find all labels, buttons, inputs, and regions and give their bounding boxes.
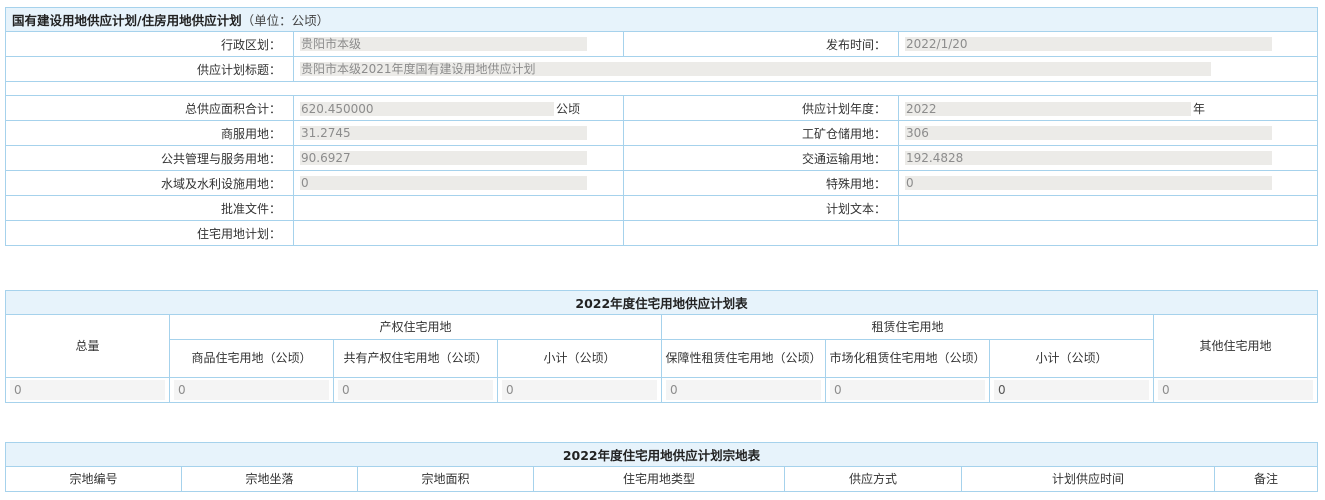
column-header: 保障性租赁住宅用地（公顷） (661, 339, 826, 378)
plan-header: 国有建设用地供应计划/住房用地供应计划（单位：公顷） (4, 7, 1319, 32)
column-header: 备注 (1214, 466, 1318, 492)
plan-text-cell[interactable] (897, 195, 1319, 221)
supply-plan-table: 国有建设用地供应计划/住房用地供应计划（单位：公顷） 行政区划： 贵阳市本级 发… (4, 7, 1319, 246)
rental-group-header: 租赁住宅用地 (661, 314, 1154, 340)
district-label: 行政区划： (5, 31, 294, 57)
property-group-header: 产权住宅用地 (169, 314, 662, 340)
residential-plan-cell[interactable] (293, 220, 624, 246)
empty-cell (897, 220, 1319, 246)
affordable-rental-field[interactable]: 0 (666, 380, 821, 400)
column-header: 共有产权住宅用地（公顷） (333, 339, 498, 378)
plan-year-field[interactable]: 2022 (905, 102, 1191, 116)
plan-text-label: 计划文本： (623, 195, 899, 221)
public-service-land-label: 公共管理与服务用地： (5, 145, 294, 171)
column-header: 市场化租赁住宅用地（公顷） (825, 339, 990, 378)
approval-doc-label: 批准文件： (5, 195, 294, 221)
column-header: 宗地面积 (357, 466, 534, 492)
commercial-land-field[interactable]: 31.2745 (300, 126, 587, 141)
industrial-land-label: 工矿仓储用地： (623, 120, 899, 146)
empty-cell (623, 220, 899, 246)
spacer-row (4, 81, 1319, 96)
industrial-land-field[interactable]: 306 (905, 126, 1272, 141)
column-header: 住宅用地类型 (533, 466, 785, 492)
parcel-table: 2022年度住宅用地供应计划宗地表 宗地编号 宗地坐落 宗地面积 住宅用地类型 … (5, 442, 1318, 492)
residential-plan-label: 住宅用地计划： (5, 220, 294, 246)
column-header: 供应方式 (784, 466, 962, 492)
public-service-land-field[interactable]: 90.6927 (300, 151, 587, 166)
column-header: 小计（公顷） (989, 339, 1154, 378)
approval-doc-cell[interactable] (293, 195, 624, 221)
housing-supply-table: 2022年度住宅用地供应计划表 总量 产权住宅用地 租赁住宅用地 其他住宅用地 … (4, 290, 1319, 403)
plan-title-field[interactable]: 贵阳市本级2021年度国有建设用地供应计划 (300, 62, 1211, 77)
other-housing-field[interactable]: 0 (1158, 380, 1314, 400)
total-header: 总量 (5, 314, 170, 378)
water-land-label: 水域及水利设施用地： (5, 170, 294, 196)
publish-time-field[interactable]: 2022/1/20 (905, 37, 1272, 52)
column-header: 小计（公顷） (497, 339, 662, 378)
transport-land-field[interactable]: 192.4828 (905, 151, 1272, 166)
total-area-field[interactable]: 620.450000 (300, 102, 554, 116)
commodity-housing-field[interactable]: 0 (174, 380, 329, 400)
parcel-table-caption: 2022年度住宅用地供应计划宗地表 (5, 442, 1318, 467)
market-rental-field[interactable]: 0 (830, 380, 985, 400)
plan-title: 国有建设用地供应计划/住房用地供应计划 (12, 13, 242, 28)
special-land-field[interactable]: 0 (905, 176, 1272, 191)
plan-year-label: 供应计划年度： (623, 95, 899, 121)
other-header: 其他住宅用地 (1152, 314, 1319, 378)
commercial-land-label: 商服用地： (5, 120, 294, 146)
column-header: 商品住宅用地（公顷） (169, 339, 334, 378)
housing-table-caption: 2022年度住宅用地供应计划表 (4, 290, 1319, 315)
special-land-label: 特殊用地： (623, 170, 899, 196)
total-area-label: 总供应面积合计： (5, 95, 294, 121)
rental-subtotal-field[interactable]: 0 (994, 380, 1149, 400)
water-land-field[interactable]: 0 (300, 176, 587, 191)
shared-property-field[interactable]: 0 (338, 380, 493, 400)
total-area-unit: 公顷 (556, 101, 581, 116)
unit-note: （单位：公顷） (241, 13, 330, 28)
district-field[interactable]: 贵阳市本级 (300, 37, 587, 52)
column-header: 宗地坐落 (181, 466, 358, 492)
column-header: 计划供应时间 (961, 466, 1215, 492)
plan-title-label: 供应计划标题： (5, 56, 294, 82)
transport-land-label: 交通运输用地： (623, 145, 899, 171)
column-header: 宗地编号 (5, 466, 182, 492)
plan-year-unit: 年 (1193, 101, 1206, 116)
property-subtotal-field[interactable]: 0 (502, 380, 657, 400)
publish-time-label: 发布时间： (623, 31, 899, 57)
total-value-field[interactable]: 0 (10, 380, 165, 400)
